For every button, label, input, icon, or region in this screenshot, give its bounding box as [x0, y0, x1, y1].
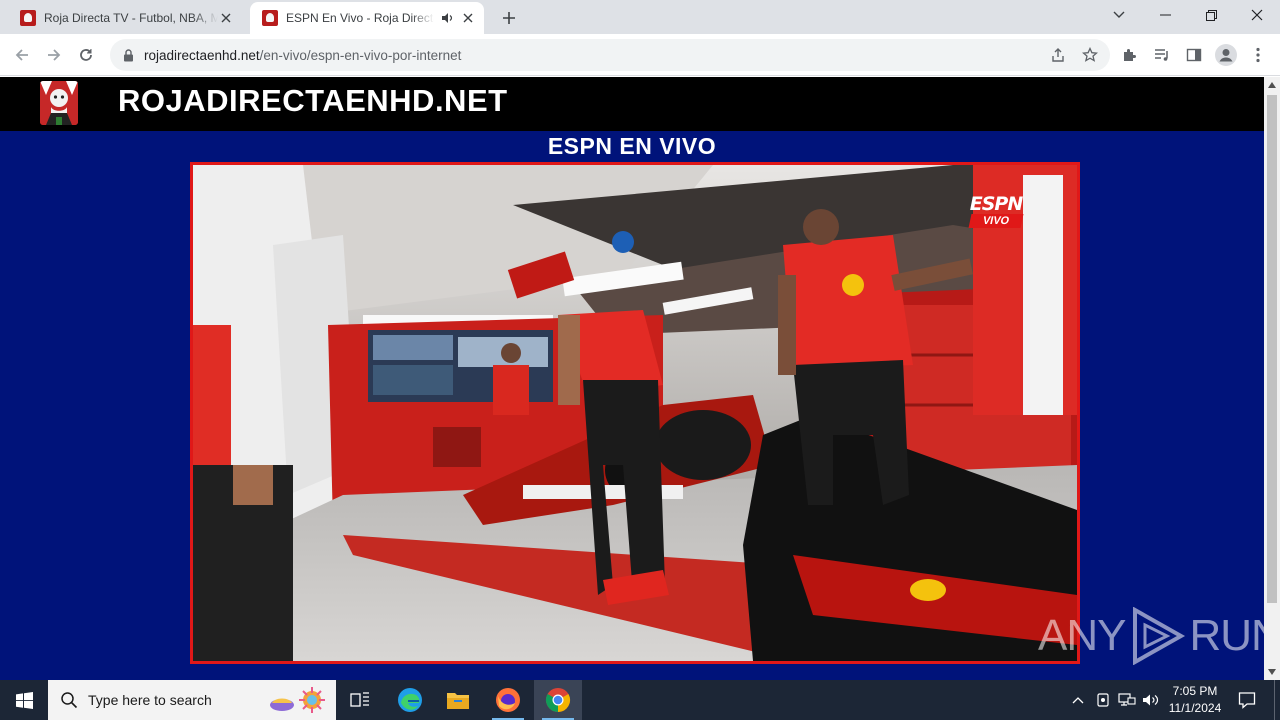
- page-viewport: ROJADIRECTAENHD.NET ESPN EN VIVO ESPN VI…: [0, 77, 1264, 680]
- share-icon: [1052, 48, 1064, 62]
- page-scrollbar[interactable]: [1264, 77, 1280, 680]
- site-logo[interactable]: [40, 81, 78, 125]
- forward-button[interactable]: [40, 41, 68, 69]
- browser-toolbar: rojadirectaenhd.net/en-vivo/espn-en-vivo…: [0, 34, 1280, 76]
- watermark-text-right: RUN: [1189, 611, 1264, 660]
- share-button[interactable]: [1044, 41, 1072, 69]
- bookmark-button[interactable]: [1076, 41, 1104, 69]
- address-bar[interactable]: rojadirectaenhd.net/en-vivo/espn-en-vivo…: [110, 39, 1110, 71]
- new-tab-button[interactable]: [498, 7, 520, 29]
- notification-center-button[interactable]: [1232, 680, 1262, 720]
- back-button[interactable]: [8, 41, 36, 69]
- chrome-taskbar-button[interactable]: [534, 680, 582, 720]
- task-view-button[interactable]: [336, 680, 384, 720]
- scroll-down-button[interactable]: [1264, 664, 1280, 680]
- avatar-icon: [1215, 44, 1237, 66]
- media-controls-button[interactable]: [1148, 41, 1176, 69]
- scroll-thumb[interactable]: [1267, 95, 1277, 603]
- windows-logo-icon: [15, 691, 33, 709]
- close-icon: [1251, 9, 1263, 21]
- start-button[interactable]: [0, 680, 48, 720]
- puzzle-icon: [1124, 49, 1136, 61]
- minimize-icon: [1159, 14, 1171, 16]
- video-frame: [193, 165, 1077, 661]
- clock-date: 11/1/2024: [1168, 701, 1222, 715]
- audio-playing-icon[interactable]: [440, 11, 454, 25]
- restore-button[interactable]: [1188, 0, 1234, 30]
- plus-icon: [503, 12, 515, 24]
- windows-taskbar: Type here to search 7:05 PM 11/1/2024: [0, 680, 1280, 720]
- network-icon: [1118, 693, 1136, 706]
- arrow-left-icon: [15, 49, 28, 61]
- close-window-button[interactable]: [1234, 0, 1280, 30]
- url-host: rojadirectaenhd.net: [144, 47, 260, 63]
- device-icon: [1097, 693, 1109, 707]
- chevron-down-icon: [1113, 11, 1125, 18]
- taskbar-clock[interactable]: 7:05 PM 11/1/2024: [1160, 683, 1230, 717]
- reload-button[interactable]: [72, 41, 100, 69]
- site-favicon-icon: [20, 10, 36, 26]
- site-title[interactable]: ROJADIRECTAENHD.NET: [118, 83, 508, 119]
- edge-icon: [398, 688, 422, 712]
- playlist-icon: [1155, 49, 1168, 61]
- reload-icon: [80, 49, 92, 61]
- arrow-right-icon: [48, 49, 61, 61]
- chevron-up-icon: [1072, 697, 1084, 704]
- profile-button[interactable]: [1212, 41, 1240, 69]
- search-icon: [61, 692, 78, 709]
- file-explorer-taskbar-button[interactable]: [434, 680, 482, 720]
- edge-taskbar-button[interactable]: [386, 680, 434, 720]
- tab-search-button[interactable]: [1096, 0, 1142, 30]
- extensions-button[interactable]: [1116, 41, 1144, 69]
- kebab-menu-icon: [1256, 47, 1260, 63]
- taskbar-search[interactable]: Type here to search: [48, 680, 336, 720]
- tab-close-icon[interactable]: [218, 10, 234, 26]
- show-hidden-icons-button[interactable]: [1067, 680, 1089, 720]
- side-panel-icon: [1186, 48, 1202, 62]
- network-tray-button[interactable]: [1116, 680, 1138, 720]
- tab-title: Roja Directa TV - Futbol, NBA, M: [44, 11, 218, 25]
- volume-tray-button[interactable]: [1140, 680, 1162, 720]
- firefox-taskbar-button[interactable]: [484, 680, 532, 720]
- lock-icon[interactable]: [120, 47, 136, 63]
- tab-roja-directa[interactable]: Roja Directa TV - Futbol, NBA, M: [8, 2, 242, 34]
- chrome-menu-button[interactable]: [1244, 41, 1272, 69]
- minimize-button[interactable]: [1142, 0, 1188, 30]
- espn-logo: ESPN: [969, 193, 1024, 215]
- show-desktop-button[interactable]: [1274, 680, 1280, 720]
- restore-icon: [1205, 9, 1217, 21]
- search-highlight-icon: [270, 687, 325, 713]
- espn-live-bug: ESPN VIVO: [961, 195, 1031, 228]
- speaker-icon: [1143, 694, 1159, 706]
- tab-title: ESPN En Vivo - Roja Directa: [286, 11, 434, 25]
- firefox-icon: [496, 688, 520, 712]
- triangle-down-icon: [1268, 669, 1276, 675]
- tab-espn-en-vivo[interactable]: ESPN En Vivo - Roja Directa: [250, 2, 484, 34]
- watermark-text-left: ANY: [1038, 611, 1126, 660]
- anyrun-watermark: ANY RUN: [1038, 607, 1264, 665]
- star-icon: [1082, 47, 1098, 62]
- chrome-icon: [545, 688, 571, 712]
- side-panel-button[interactable]: [1180, 41, 1208, 69]
- task-view-icon: [350, 692, 369, 707]
- notification-icon: [1238, 692, 1256, 709]
- folder-icon: [447, 693, 469, 709]
- search-placeholder: Type here to search: [88, 692, 212, 708]
- tab-strip: Roja Directa TV - Futbol, NBA, M ESPN En…: [0, 0, 1280, 34]
- play-triangle-icon: [1133, 607, 1186, 665]
- meet-now-tray-button[interactable]: [1092, 680, 1114, 720]
- site-header: ROJADIRECTAENHD.NET: [0, 77, 1264, 131]
- tab-close-icon[interactable]: [460, 10, 476, 26]
- live-badge: VIVO: [968, 214, 1024, 228]
- triangle-up-icon: [1268, 82, 1276, 88]
- page-title: ESPN EN VIVO: [547, 133, 717, 159]
- video-player[interactable]: ESPN VIVO: [190, 162, 1080, 664]
- scroll-up-button[interactable]: [1264, 77, 1280, 93]
- clock-time: 7:05 PM: [1172, 684, 1218, 698]
- site-favicon-icon: [262, 10, 278, 26]
- url-path: /en-vivo/espn-en-vivo-por-internet: [259, 47, 462, 63]
